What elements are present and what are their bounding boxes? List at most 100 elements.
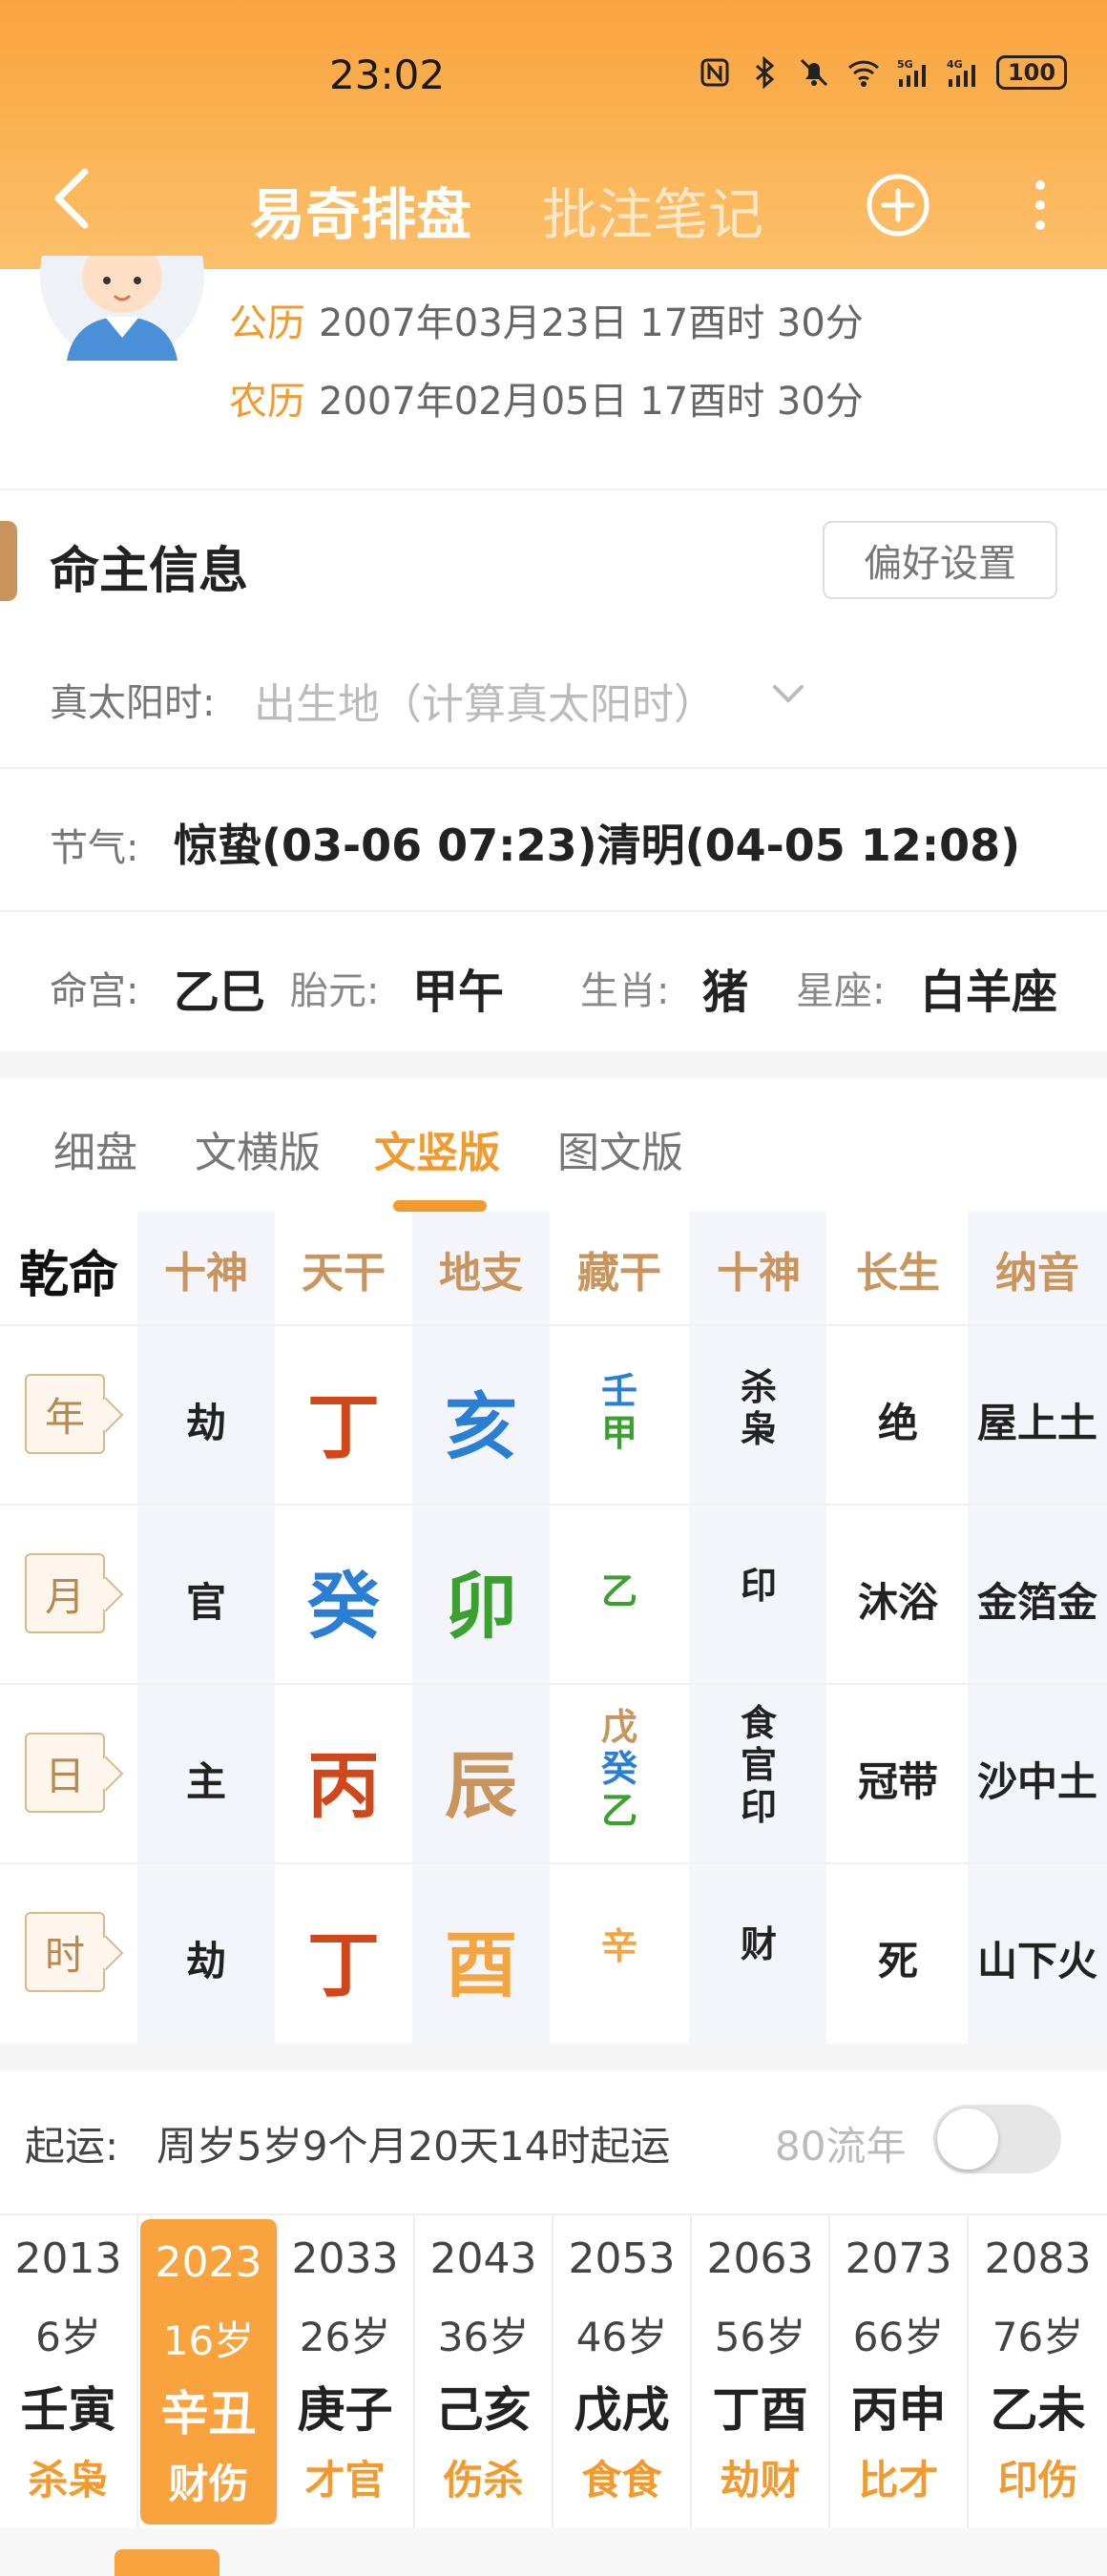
birthplace-select[interactable]: 出生地（计算真太阳时） [254,670,716,731]
section-marker [0,521,17,601]
dayun-year: 2033 [291,2234,399,2283]
divider [0,2044,1107,2070]
canggan-stem: 甲 [600,1412,637,1454]
cell-tiangan[interactable]: 癸 [275,1548,412,1652]
cell-dizhi[interactable]: 辰 [412,1727,550,1832]
cell-canggan: 乙 [591,1570,648,1612]
solar-value: 2007年03月23日 17酉时 30分 [319,301,864,345]
add-button[interactable] [865,172,931,239]
pillar-year[interactable]: 年 [25,1374,105,1454]
column-bg [689,1212,826,2044]
lunar-date: 农历 2007年02月05日 17酉时 30分 [229,370,864,426]
cell-cang-shishen: 杀 枭 [730,1366,787,1450]
canggan-stem: 壬 [600,1370,637,1412]
cang-shishen-item: 财 [740,1923,777,1965]
cell-nayin: 屋上土 [976,1400,1097,1446]
pillar-hour[interactable]: 时 [25,1912,105,1992]
dayun-ganzhi: 丁酉 [712,2382,808,2438]
dayun-shishen: 杀枭 [28,2457,109,2503]
dayun-age: 56岁 [714,2314,806,2360]
dayun-year: 2063 [706,2234,814,2283]
shengxiao-label: 生肖: [580,969,670,1013]
svg-text:5G: 5G [897,58,913,71]
dayun-shishen: 食食 [581,2457,662,2503]
palace-row: 命宫: 乙巳 胎元: 甲午 生肖: 猪 星座: 白羊座 [0,912,1107,1051]
cang-shishen-item: 食 [740,1702,777,1744]
dayun-item[interactable]: 2013 6岁 壬寅 杀枭 [0,2215,138,2530]
dayun-item[interactable]: 2033 26岁 庚子 才官 [277,2215,415,2530]
liunian-strip-partial [0,2528,1107,2576]
tab-notes[interactable]: 批注笔记 [542,170,763,250]
solar-term-value: 惊蛰(03-06 07:23)清明(04-05 12:08) [174,820,1021,871]
dayun-shishen: 比才 [858,2457,939,2503]
cell-shishen: 劫 [185,1400,226,1446]
mute-icon [798,56,830,89]
xingzuo-value: 白羊座 [920,966,1058,1019]
cell-tiangan[interactable]: 丁 [275,1368,412,1473]
dayun-item[interactable]: 2043 36岁 己亥 伤杀 [415,2215,554,2530]
bluetooth-icon [748,55,781,90]
dayun-age: 36岁 [437,2314,530,2360]
dayun-item[interactable]: 2073 66岁 丙申 比才 [830,2215,969,2530]
preferences-button[interactable]: 偏好设置 [823,521,1057,599]
status-bar: 23:02 5G 4G 100 [0,38,1107,114]
pillar-month[interactable]: 月 [25,1553,105,1633]
signal-4g-icon: 4G [947,56,979,89]
true-solar-time-row[interactable]: 真太阳时: 出生地（计算真太阳时） [0,635,1107,769]
cell-tiangan[interactable]: 丁 [275,1906,412,2011]
canggan-stem: 乙 [600,1790,637,1832]
cell-canggan: 辛 [591,1925,648,1967]
back-button[interactable] [38,162,105,239]
header-nayin: 纳音 [995,1249,1079,1298]
cell-dizhi[interactable]: 卯 [412,1548,550,1652]
cell-dizhi[interactable]: 酉 [412,1906,550,2011]
dayun-item-selected[interactable]: 2023 16岁 辛丑 财伤 [140,2219,279,2524]
liunian-toggle[interactable] [933,2105,1061,2173]
liunian-selected-marker [115,2549,219,2576]
cell-canggan: 壬 甲 [591,1370,648,1454]
taiyuan-value: 甲午 [412,966,505,1019]
cang-shishen-item: 印 [740,1786,777,1828]
header-dizhi: 地支 [439,1249,523,1298]
tab-paipan[interactable]: 易奇排盘 [250,170,471,250]
status-time: 23:02 [329,52,446,98]
chevron-down-icon [771,683,805,710]
cell-canggan: 戊 癸 乙 [591,1706,648,1832]
cell-cang-shishen: 印 [730,1565,787,1607]
header-canggan: 藏干 [577,1249,661,1298]
tab-detail[interactable]: 细盘 [53,1118,137,1179]
avatar[interactable] [38,187,205,363]
dayun-shishen: 伤杀 [443,2457,524,2503]
pillar-day[interactable]: 日 [25,1733,105,1813]
cang-shishen-item: 印 [740,1565,777,1607]
tab-vertical[interactable]: 文竖版 [374,1118,500,1179]
dayun-item[interactable]: 2063 56岁 丁酉 劫财 [692,2215,830,2530]
toggle-knob [937,2109,998,2170]
dayun-year: 2083 [984,2234,1092,2283]
shengxiao-value: 猪 [702,966,749,1019]
liunian-label: 80流年 [775,2123,907,2170]
dayun-item[interactable]: 2083 76岁 乙未 印伤 [969,2215,1107,2530]
dayun-ganzhi: 壬寅 [20,2382,116,2438]
cell-tiangan[interactable]: 丙 [275,1727,412,1832]
minggong-value: 乙巳 [174,966,266,1019]
cell-nayin: 沙中土 [976,1758,1097,1805]
cell-dizhi[interactable]: 亥 [412,1368,550,1473]
dayun-ganzhi: 乙未 [990,2382,1086,2438]
minggong-label: 命宫: [50,969,139,1013]
dayun-shishen: 才官 [304,2457,386,2503]
owner-info-header: 命主信息 偏好设置 [0,492,1107,635]
qiyun-value: 周岁5岁9个月20天14时起运 [157,2123,671,2170]
app-header: 23:02 5G 4G 100 易奇排盘 批注笔记 [0,0,1107,269]
svg-text:4G: 4G [947,58,963,71]
tab-graphic[interactable]: 图文版 [557,1118,683,1179]
tab-indicator [393,1200,487,1212]
more-button[interactable] [1021,172,1059,239]
header-changsheng: 长生 [856,1249,940,1298]
tab-horizontal[interactable]: 文横版 [195,1118,321,1179]
canggan-stem: 戊 [600,1706,637,1748]
dayun-item[interactable]: 2053 46岁 戊戌 食食 [554,2215,692,2530]
header-tiangan: 天干 [302,1249,386,1298]
header-cang-shishen: 十神 [717,1249,801,1298]
status-icons: 5G 4G 100 [699,55,1067,90]
